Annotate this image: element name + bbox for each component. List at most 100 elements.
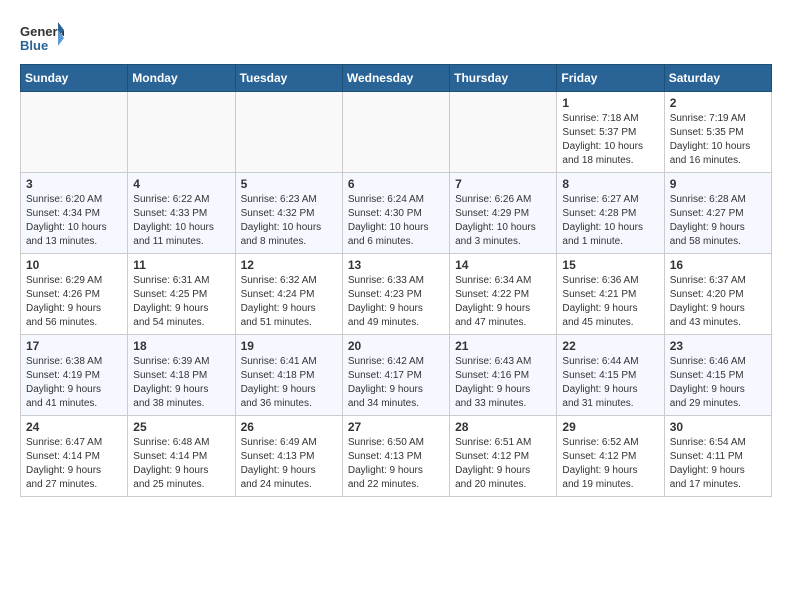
calendar-body: 1 Sunrise: 7:18 AM Sunset: 5:37 PM Daylig… [21, 92, 772, 497]
day-number: 2 [670, 96, 766, 110]
calendar-header: SundayMondayTuesdayWednesdayThursdayFrid… [21, 65, 772, 92]
calendar-cell: 20 Sunrise: 6:42 AM Sunset: 4:17 PM Dayli… [342, 335, 449, 416]
weekday-header-monday: Monday [128, 65, 235, 92]
day-info: Sunrise: 6:51 AM Sunset: 4:12 PM Dayligh… [455, 436, 551, 492]
calendar-cell: 30 Sunrise: 6:54 AM Sunset: 4:11 PM Dayli… [664, 416, 771, 497]
day-number: 22 [562, 339, 658, 353]
day-number: 20 [348, 339, 444, 353]
svg-text:Blue: Blue [20, 38, 48, 53]
calendar-cell: 26 Sunrise: 6:49 AM Sunset: 4:13 PM Dayli… [235, 416, 342, 497]
day-number: 5 [241, 177, 337, 191]
day-info: Sunrise: 6:44 AM Sunset: 4:15 PM Dayligh… [562, 355, 658, 411]
calendar-cell: 23 Sunrise: 6:46 AM Sunset: 4:15 PM Dayli… [664, 335, 771, 416]
day-number: 3 [26, 177, 122, 191]
calendar-cell: 24 Sunrise: 6:47 AM Sunset: 4:14 PM Dayli… [21, 416, 128, 497]
calendar-cell: 25 Sunrise: 6:48 AM Sunset: 4:14 PM Dayli… [128, 416, 235, 497]
calendar-cell: 27 Sunrise: 6:50 AM Sunset: 4:13 PM Dayli… [342, 416, 449, 497]
calendar-cell: 3 Sunrise: 6:20 AM Sunset: 4:34 PM Daylig… [21, 173, 128, 254]
calendar-cell: 16 Sunrise: 6:37 AM Sunset: 4:20 PM Dayli… [664, 254, 771, 335]
logo: General Blue [20, 20, 68, 56]
day-info: Sunrise: 6:47 AM Sunset: 4:14 PM Dayligh… [26, 436, 122, 492]
day-info: Sunrise: 6:31 AM Sunset: 4:25 PM Dayligh… [133, 274, 229, 330]
day-info: Sunrise: 6:36 AM Sunset: 4:21 PM Dayligh… [562, 274, 658, 330]
calendar-week-row: 24 Sunrise: 6:47 AM Sunset: 4:14 PM Dayli… [21, 416, 772, 497]
day-number: 6 [348, 177, 444, 191]
day-number: 24 [26, 420, 122, 434]
calendar-cell: 12 Sunrise: 6:32 AM Sunset: 4:24 PM Dayli… [235, 254, 342, 335]
calendar-cell: 6Sunrise: 6:24 AM Sunset: 4:30 PM Daylig… [342, 173, 449, 254]
day-number: 13 [348, 258, 444, 272]
day-number: 30 [670, 420, 766, 434]
calendar-week-row: 10 Sunrise: 6:29 AM Sunset: 4:26 PM Dayli… [21, 254, 772, 335]
calendar-cell: 29Sunrise: 6:52 AM Sunset: 4:12 PM Dayli… [557, 416, 664, 497]
calendar-cell: 1 Sunrise: 7:18 AM Sunset: 5:37 PM Daylig… [557, 92, 664, 173]
weekday-header-tuesday: Tuesday [235, 65, 342, 92]
calendar-cell [21, 92, 128, 173]
day-info: Sunrise: 6:29 AM Sunset: 4:26 PM Dayligh… [26, 274, 122, 330]
day-number: 16 [670, 258, 766, 272]
day-info: Sunrise: 7:19 AM Sunset: 5:35 PM Dayligh… [670, 112, 766, 168]
day-number: 23 [670, 339, 766, 353]
day-number: 8 [562, 177, 658, 191]
calendar-week-row: 1 Sunrise: 7:18 AM Sunset: 5:37 PM Daylig… [21, 92, 772, 173]
day-info: Sunrise: 6:34 AM Sunset: 4:22 PM Dayligh… [455, 274, 551, 330]
day-number: 28 [455, 420, 551, 434]
day-info: Sunrise: 6:22 AM Sunset: 4:33 PM Dayligh… [133, 193, 229, 249]
weekday-header-friday: Friday [557, 65, 664, 92]
calendar-cell: 14 Sunrise: 6:34 AM Sunset: 4:22 PM Dayli… [450, 254, 557, 335]
calendar-cell: 7 Sunrise: 6:26 AM Sunset: 4:29 PM Daylig… [450, 173, 557, 254]
calendar-cell [450, 92, 557, 173]
day-info: Sunrise: 6:41 AM Sunset: 4:18 PM Dayligh… [241, 355, 337, 411]
day-number: 10 [26, 258, 122, 272]
calendar-cell: 11 Sunrise: 6:31 AM Sunset: 4:25 PM Dayli… [128, 254, 235, 335]
day-number: 18 [133, 339, 229, 353]
calendar-cell: 21Sunrise: 6:43 AM Sunset: 4:16 PM Dayli… [450, 335, 557, 416]
day-info: Sunrise: 6:50 AM Sunset: 4:13 PM Dayligh… [348, 436, 444, 492]
calendar-table: SundayMondayTuesdayWednesdayThursdayFrid… [20, 64, 772, 497]
day-number: 21 [455, 339, 551, 353]
day-info: Sunrise: 6:23 AM Sunset: 4:32 PM Dayligh… [241, 193, 337, 249]
calendar-cell: 5 Sunrise: 6:23 AM Sunset: 4:32 PM Daylig… [235, 173, 342, 254]
day-info: Sunrise: 6:20 AM Sunset: 4:34 PM Dayligh… [26, 193, 122, 249]
calendar-week-row: 17Sunrise: 6:38 AM Sunset: 4:19 PM Dayli… [21, 335, 772, 416]
day-number: 11 [133, 258, 229, 272]
day-number: 26 [241, 420, 337, 434]
svg-text:General: General [20, 24, 64, 39]
day-info: Sunrise: 6:38 AM Sunset: 4:19 PM Dayligh… [26, 355, 122, 411]
day-info: Sunrise: 6:54 AM Sunset: 4:11 PM Dayligh… [670, 436, 766, 492]
weekday-header-wednesday: Wednesday [342, 65, 449, 92]
day-info: Sunrise: 6:48 AM Sunset: 4:14 PM Dayligh… [133, 436, 229, 492]
day-number: 4 [133, 177, 229, 191]
day-info: Sunrise: 6:28 AM Sunset: 4:27 PM Dayligh… [670, 193, 766, 249]
day-number: 1 [562, 96, 658, 110]
calendar-cell [342, 92, 449, 173]
day-info: Sunrise: 7:18 AM Sunset: 5:37 PM Dayligh… [562, 112, 658, 168]
day-info: Sunrise: 6:49 AM Sunset: 4:13 PM Dayligh… [241, 436, 337, 492]
calendar-cell: 22 Sunrise: 6:44 AM Sunset: 4:15 PM Dayli… [557, 335, 664, 416]
calendar-cell: 13Sunrise: 6:33 AM Sunset: 4:23 PM Dayli… [342, 254, 449, 335]
day-number: 7 [455, 177, 551, 191]
calendar-cell: 4 Sunrise: 6:22 AM Sunset: 4:33 PM Daylig… [128, 173, 235, 254]
day-number: 9 [670, 177, 766, 191]
day-info: Sunrise: 6:46 AM Sunset: 4:15 PM Dayligh… [670, 355, 766, 411]
calendar-cell: 17Sunrise: 6:38 AM Sunset: 4:19 PM Dayli… [21, 335, 128, 416]
day-info: Sunrise: 6:42 AM Sunset: 4:17 PM Dayligh… [348, 355, 444, 411]
day-number: 25 [133, 420, 229, 434]
calendar-cell: 18Sunrise: 6:39 AM Sunset: 4:18 PM Dayli… [128, 335, 235, 416]
weekday-row: SundayMondayTuesdayWednesdayThursdayFrid… [21, 65, 772, 92]
calendar-cell: 8 Sunrise: 6:27 AM Sunset: 4:28 PM Daylig… [557, 173, 664, 254]
calendar-week-row: 3 Sunrise: 6:20 AM Sunset: 4:34 PM Daylig… [21, 173, 772, 254]
day-info: Sunrise: 6:26 AM Sunset: 4:29 PM Dayligh… [455, 193, 551, 249]
calendar-cell: 2 Sunrise: 7:19 AM Sunset: 5:35 PM Daylig… [664, 92, 771, 173]
day-info: Sunrise: 6:37 AM Sunset: 4:20 PM Dayligh… [670, 274, 766, 330]
day-number: 15 [562, 258, 658, 272]
day-number: 12 [241, 258, 337, 272]
day-number: 19 [241, 339, 337, 353]
calendar-cell: 10 Sunrise: 6:29 AM Sunset: 4:26 PM Dayli… [21, 254, 128, 335]
day-info: Sunrise: 6:27 AM Sunset: 4:28 PM Dayligh… [562, 193, 658, 249]
day-info: Sunrise: 6:32 AM Sunset: 4:24 PM Dayligh… [241, 274, 337, 330]
calendar-cell: 15 Sunrise: 6:36 AM Sunset: 4:21 PM Dayli… [557, 254, 664, 335]
day-number: 27 [348, 420, 444, 434]
calendar-cell: 28 Sunrise: 6:51 AM Sunset: 4:12 PM Dayli… [450, 416, 557, 497]
day-number: 14 [455, 258, 551, 272]
